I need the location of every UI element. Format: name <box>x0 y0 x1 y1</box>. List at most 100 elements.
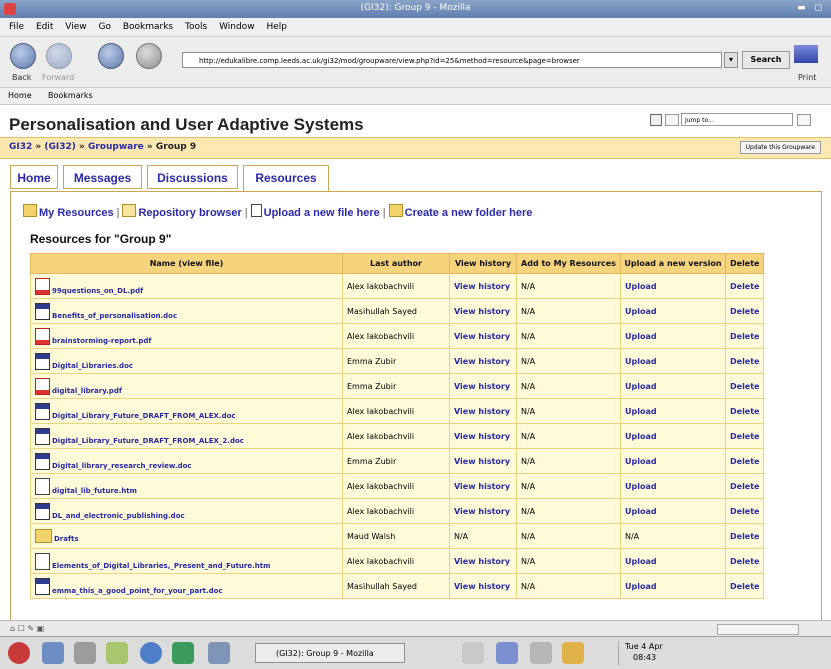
upload-version-link[interactable]: Upload <box>620 373 726 399</box>
view-history-link[interactable]: View history <box>449 398 517 424</box>
upload-version-link[interactable]: Upload <box>620 348 726 374</box>
upload-version-link[interactable]: Upload <box>620 423 726 449</box>
search-button[interactable]: Search <box>742 51 790 69</box>
file-link[interactable]: brainstorming-report.pdf <box>52 337 151 345</box>
table-row: Digital_Library_Future_DRAFT_FROM_ALEX_2… <box>30 423 765 449</box>
doc-icon <box>35 427 50 445</box>
menu-go[interactable]: Go <box>98 22 110 32</box>
window-controls[interactable]: ▬ ◻ <box>797 3 825 13</box>
file-link[interactable]: digital_lib_future.htm <box>52 487 137 495</box>
menu-view[interactable]: View <box>65 22 86 32</box>
view-history-link[interactable]: View history <box>449 548 517 574</box>
delete-link[interactable]: Delete <box>724 348 765 374</box>
upload-version-link[interactable]: Upload <box>620 273 726 299</box>
redhat-icon[interactable] <box>8 642 30 664</box>
delete-link[interactable]: Delete <box>724 573 765 599</box>
home-bookmark[interactable]: Home <box>8 91 32 100</box>
delete-link[interactable]: Delete <box>724 473 765 499</box>
view-history-link[interactable]: View history <box>449 348 517 374</box>
file-link[interactable]: 99questions_on_DL.pdf <box>52 287 143 295</box>
delete-link[interactable]: Delete <box>724 548 765 574</box>
upload-version-link[interactable]: Upload <box>620 548 726 574</box>
file-link[interactable]: Benefits_of_personalisation.doc <box>52 312 177 320</box>
tray-icon[interactable] <box>496 642 518 664</box>
delete-link[interactable]: Delete <box>724 523 765 549</box>
view-history-link[interactable]: View history <box>449 423 517 449</box>
upload-version-link[interactable]: Upload <box>620 298 726 324</box>
file-link[interactable]: Digital_Library_Future_DRAFT_FROM_ALEX_2… <box>52 437 244 445</box>
file-link[interactable]: DL_and_electronic_publishing.doc <box>52 512 185 520</box>
upload-version-link[interactable]: Upload <box>620 448 726 474</box>
view-history-link[interactable]: View history <box>449 323 517 349</box>
stop-button[interactable] <box>136 43 162 69</box>
view-history-link[interactable]: View history <box>449 573 517 599</box>
help-icon[interactable] <box>562 642 584 664</box>
upload-file-link[interactable]: Upload a new file here <box>264 207 380 219</box>
menu-help[interactable]: Help <box>266 22 287 32</box>
create-folder-link[interactable]: Create a new folder here <box>405 207 533 219</box>
col-name[interactable]: Name (view file) <box>30 253 343 274</box>
browser-launcher-icon[interactable] <box>42 642 64 664</box>
upload-version-link[interactable]: Upload <box>620 323 726 349</box>
my-resources-link[interactable]: My Resources <box>39 207 114 219</box>
file-link[interactable]: Digital_Libraries.doc <box>52 362 133 370</box>
repository-browser-link[interactable]: Repository browser <box>138 207 241 219</box>
view-history-link[interactable]: View history <box>449 473 517 499</box>
view-history-link[interactable]: View history <box>449 448 517 474</box>
jump-to-select[interactable]: Jump to... <box>681 113 793 126</box>
delete-link[interactable]: Delete <box>724 273 765 299</box>
workspace-switcher-icon[interactable] <box>208 642 230 664</box>
menu-file[interactable]: File <box>9 22 24 32</box>
upload-version-link[interactable]: Upload <box>620 473 726 499</box>
delete-link[interactable]: Delete <box>724 398 765 424</box>
menu-tools[interactable]: Tools <box>185 22 207 32</box>
menu-edit[interactable]: Edit <box>36 22 53 32</box>
forward-button[interactable] <box>46 43 72 69</box>
view-history-link[interactable]: View history <box>449 298 517 324</box>
menu-window[interactable]: Window <box>219 22 255 32</box>
file-link[interactable]: digital_library.pdf <box>52 387 122 395</box>
tab-messages[interactable]: Messages <box>63 165 142 189</box>
file-link[interactable]: Drafts <box>54 535 79 543</box>
delete-link[interactable]: Delete <box>724 498 765 524</box>
edit-icon[interactable] <box>650 114 662 126</box>
tab-resources[interactable]: Resources <box>243 165 329 191</box>
mail-launcher-icon[interactable] <box>74 642 96 664</box>
breadcrumb-groupware[interactable]: Groupware <box>88 142 144 152</box>
tab-home[interactable]: Home <box>10 165 58 189</box>
print-icon[interactable] <box>794 45 818 63</box>
view-history-link[interactable]: View history <box>449 273 517 299</box>
delete-link[interactable]: Delete <box>724 373 765 399</box>
tab-discussions[interactable]: Discussions <box>147 165 238 189</box>
menu-bookmarks[interactable]: Bookmarks <box>123 22 173 32</box>
reload-button[interactable] <box>98 43 124 69</box>
delete-link[interactable]: Delete <box>724 423 765 449</box>
file-link[interactable]: Elements_of_Digital_Libraries,_Present_a… <box>52 562 270 570</box>
taskbar-window-button[interactable]: (GI32): Group 9 - Mozilla <box>255 643 405 663</box>
file-link[interactable]: emma_this_a_good_point_for_your_part.doc <box>52 587 223 595</box>
file-link[interactable]: Digital_Library_Future_DRAFT_FROM_ALEX.d… <box>52 412 236 420</box>
globe-launcher-icon[interactable] <box>140 642 162 664</box>
breadcrumb-gi32-course[interactable]: (GI32) <box>44 142 76 152</box>
tray-icon[interactable] <box>530 642 552 664</box>
office-launcher-icon[interactable] <box>106 642 128 664</box>
view-history-link[interactable]: View history <box>449 373 517 399</box>
upload-version-link[interactable]: Upload <box>620 498 726 524</box>
next-icon[interactable] <box>797 114 811 126</box>
delete-link[interactable]: Delete <box>724 448 765 474</box>
delete-link[interactable]: Delete <box>724 298 765 324</box>
tray-icon[interactable] <box>462 642 484 664</box>
update-groupware-button[interactable]: Update this Groupware <box>739 141 821 154</box>
bookmarks-menu[interactable]: Bookmarks <box>48 91 93 100</box>
back-button[interactable] <box>10 43 36 69</box>
file-link[interactable]: Digital_library_research_review.doc <box>52 462 192 470</box>
delete-link[interactable]: Delete <box>724 323 765 349</box>
upload-version-link[interactable]: Upload <box>620 398 726 424</box>
prev-icon[interactable] <box>665 114 679 126</box>
breadcrumb-gi32[interactable]: GI32 <box>9 142 32 152</box>
url-input[interactable]: http://edukalibre.comp.leeds.ac.uk/gi32/… <box>182 52 722 68</box>
view-history-link[interactable]: View history <box>449 498 517 524</box>
app-launcher-icon[interactable] <box>172 642 194 664</box>
url-dropdown[interactable]: ▾ <box>724 52 738 68</box>
upload-version-link[interactable]: Upload <box>620 573 726 599</box>
